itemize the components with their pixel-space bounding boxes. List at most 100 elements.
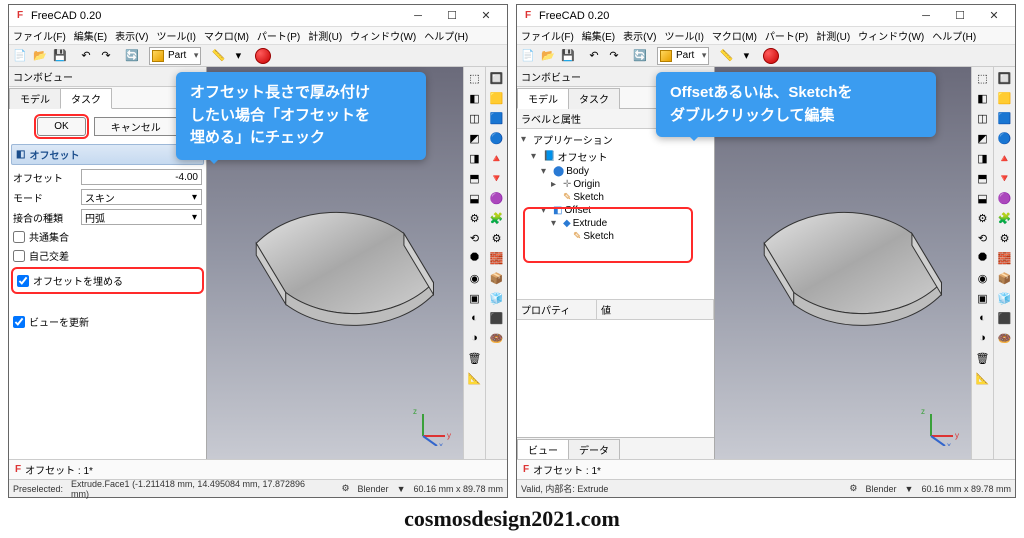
menu-part[interactable]: パート(P): [257, 28, 300, 43]
view-icon[interactable]: ◉: [466, 269, 484, 287]
view-icon[interactable]: ⬒: [466, 169, 484, 187]
view-icon[interactable]: ◩: [466, 129, 484, 147]
workbench-selector[interactable]: Part: [657, 47, 709, 65]
update-view-checkbox[interactable]: [13, 316, 25, 328]
part-icon[interactable]: 🟣: [488, 189, 506, 207]
nav-style-icon[interactable]: ⚙: [341, 483, 349, 494]
part-icon[interactable]: 🟦: [996, 109, 1014, 127]
macro-record-icon[interactable]: [255, 48, 271, 64]
view-icon[interactable]: ⬓: [466, 189, 484, 207]
save-icon[interactable]: 💾: [51, 47, 69, 65]
part-icon[interactable]: ⚙: [996, 229, 1014, 247]
redo-icon[interactable]: ↷: [605, 47, 623, 65]
workbench-selector[interactable]: Part: [149, 47, 201, 65]
view-icon[interactable]: ◧: [974, 89, 992, 107]
part-icon[interactable]: 🍩: [488, 329, 506, 347]
view-icon[interactable]: 🗑: [466, 349, 484, 367]
undo-icon[interactable]: ↶: [77, 47, 95, 65]
menu-measure[interactable]: 計測(U): [816, 28, 850, 43]
view-icon[interactable]: ◧: [466, 89, 484, 107]
macro-record-icon[interactable]: [763, 48, 779, 64]
maximize-button[interactable]: ☐: [435, 6, 469, 26]
refresh-icon[interactable]: 🔄: [631, 47, 649, 65]
part-icon[interactable]: 🧊: [488, 289, 506, 307]
part-icon[interactable]: 📦: [488, 269, 506, 287]
view-icon[interactable]: 📐: [974, 369, 992, 387]
menu-window[interactable]: ウィンドウ(W): [350, 28, 416, 43]
mode-select[interactable]: スキン ▾: [81, 189, 202, 205]
part-icon[interactable]: 🧊: [996, 289, 1014, 307]
join-select[interactable]: 円弧 ▾: [81, 209, 202, 225]
nav-style[interactable]: Blender: [866, 484, 897, 494]
part-icon[interactable]: 🔵: [996, 129, 1014, 147]
part-icon[interactable]: 🟣: [996, 189, 1014, 207]
property-grid[interactable]: [517, 320, 714, 437]
menu-view[interactable]: 表示(V): [623, 28, 656, 43]
part-icon[interactable]: 📦: [996, 269, 1014, 287]
menu-file[interactable]: ファイル(F): [521, 28, 574, 43]
part-icon[interactable]: 🟦: [488, 109, 506, 127]
menu-macro[interactable]: マクロ(M): [712, 28, 757, 43]
nav-dropdown-icon[interactable]: ▼: [397, 484, 406, 494]
view-icon[interactable]: ⬚: [974, 69, 992, 87]
menu-edit[interactable]: 編集(E): [74, 28, 107, 43]
view-icon[interactable]: ⚙: [974, 209, 992, 227]
dropdown-icon[interactable]: ▾: [737, 47, 755, 65]
view-icon[interactable]: ⬒: [974, 169, 992, 187]
view-icon[interactable]: ◑: [466, 329, 484, 347]
self-intersect-checkbox[interactable]: [13, 250, 25, 262]
part-icon[interactable]: ⚙: [488, 229, 506, 247]
part-icon[interactable]: 🧱: [996, 249, 1014, 267]
view-icon[interactable]: ⚙: [466, 209, 484, 227]
offset-input[interactable]: -4.00: [81, 169, 202, 185]
view-icon[interactable]: ◑: [974, 329, 992, 347]
maximize-button[interactable]: ☐: [943, 6, 977, 26]
minimize-button[interactable]: ─: [401, 6, 435, 26]
tab-model[interactable]: モデル: [9, 88, 61, 109]
open-icon[interactable]: 📂: [539, 47, 557, 65]
tree-doc[interactable]: ▾📘オフセット: [521, 148, 710, 165]
view-icon[interactable]: ⯃: [466, 249, 484, 267]
part-icon[interactable]: 🔺: [996, 149, 1014, 167]
nav-style[interactable]: Blender: [358, 484, 389, 494]
menu-tools[interactable]: ツール(I): [156, 28, 195, 43]
tab-task[interactable]: タスク: [568, 88, 620, 109]
minimize-button[interactable]: ─: [909, 6, 943, 26]
view-icon[interactable]: ⟲: [466, 229, 484, 247]
view-icon[interactable]: ⯃: [974, 249, 992, 267]
tab-view[interactable]: ビュー: [517, 439, 569, 459]
save-icon[interactable]: 💾: [559, 47, 577, 65]
part-icon[interactable]: 🧩: [996, 209, 1014, 227]
view-icon[interactable]: ◫: [974, 109, 992, 127]
nav-style-icon[interactable]: ⚙: [849, 483, 857, 494]
tab-task[interactable]: タスク: [60, 88, 112, 109]
part-icon[interactable]: 🔻: [488, 169, 506, 187]
view-icon[interactable]: ◉: [974, 269, 992, 287]
tree-sketch[interactable]: ✎Sketch: [521, 191, 710, 204]
undo-icon[interactable]: ↶: [585, 47, 603, 65]
view-icon[interactable]: ⬚: [466, 69, 484, 87]
menu-window[interactable]: ウィンドウ(W): [858, 28, 924, 43]
part-icon[interactable]: 🧩: [488, 209, 506, 227]
part-icon[interactable]: 🟨: [996, 89, 1014, 107]
redo-icon[interactable]: ↷: [97, 47, 115, 65]
view-icon[interactable]: ◩: [974, 129, 992, 147]
view-icon[interactable]: ◐: [466, 309, 484, 327]
tree-sketch2[interactable]: ✎Sketch: [521, 230, 710, 243]
tab-data[interactable]: データ: [568, 439, 620, 459]
view-icon[interactable]: ◨: [466, 149, 484, 167]
close-button[interactable]: ✕: [469, 6, 503, 26]
tree-offset[interactable]: ▾◧Offset: [521, 204, 710, 217]
measure-icon[interactable]: 📏: [717, 47, 735, 65]
part-icon[interactable]: 🔲: [996, 69, 1014, 87]
menu-file[interactable]: ファイル(F): [13, 28, 66, 43]
part-icon[interactable]: 🟨: [488, 89, 506, 107]
open-icon[interactable]: 📂: [31, 47, 49, 65]
view-icon[interactable]: ◨: [974, 149, 992, 167]
menu-measure[interactable]: 計測(U): [308, 28, 342, 43]
tab-model[interactable]: モデル: [517, 88, 569, 109]
part-icon[interactable]: 🔺: [488, 149, 506, 167]
view-icon[interactable]: ◫: [466, 109, 484, 127]
close-button[interactable]: ✕: [977, 6, 1011, 26]
part-icon[interactable]: 🔵: [488, 129, 506, 147]
